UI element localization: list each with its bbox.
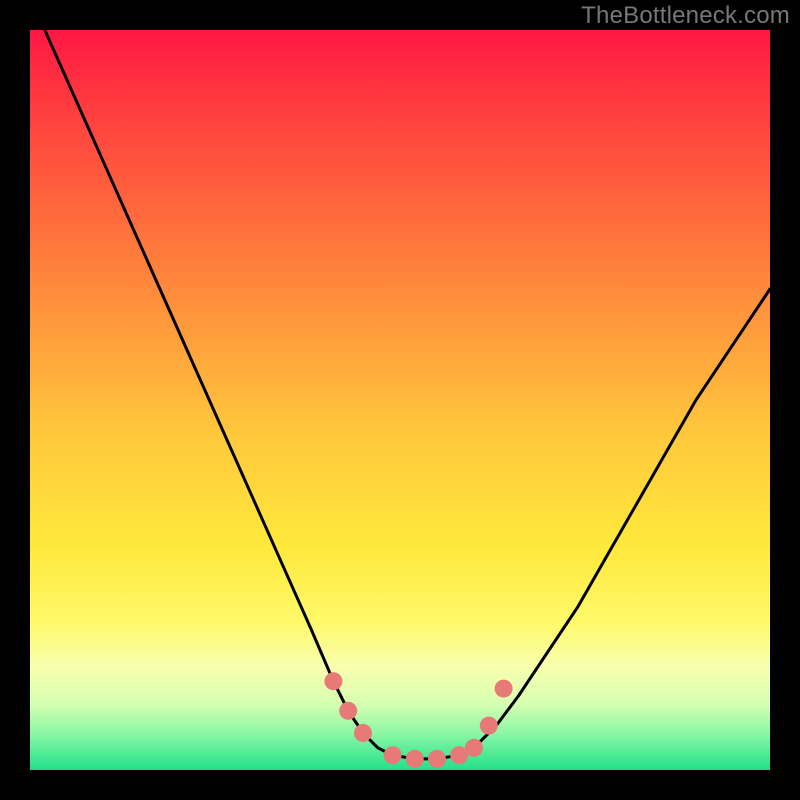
highlight-dot: [480, 717, 498, 735]
highlight-dot: [495, 680, 513, 698]
highlight-dot: [339, 702, 357, 720]
plot-area: [30, 30, 770, 770]
attribution-label: TheBottleneck.com: [581, 2, 790, 30]
chart-svg: [30, 30, 770, 770]
highlight-dot: [465, 739, 483, 757]
gradient-background: [30, 30, 770, 770]
highlight-dot: [428, 750, 446, 768]
highlight-dot: [354, 724, 372, 742]
highlight-dot: [406, 750, 424, 768]
highlight-dot: [384, 746, 402, 764]
highlight-dot: [324, 672, 342, 690]
chart-frame: TheBottleneck.com: [0, 0, 800, 800]
